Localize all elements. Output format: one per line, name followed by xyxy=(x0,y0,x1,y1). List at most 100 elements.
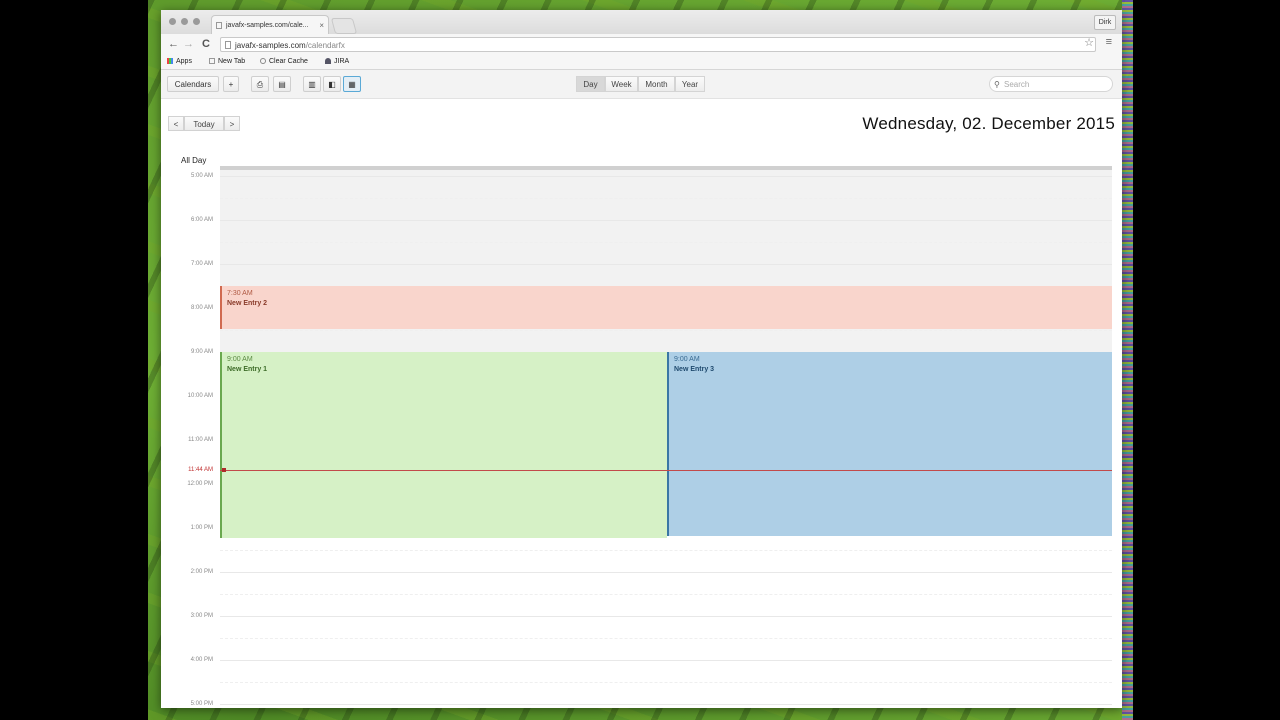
close-tab-icon[interactable]: × xyxy=(319,16,324,34)
video-noise-strip xyxy=(1122,0,1133,720)
all-day-label: All Day xyxy=(181,156,207,165)
tab-week[interactable]: Week xyxy=(605,76,638,92)
page-icon xyxy=(225,41,231,49)
search-icon: ⚲ xyxy=(994,80,1000,89)
show-layout-button[interactable]: ▦ xyxy=(343,76,361,92)
tab-title: javafx-samples.com/cale... xyxy=(226,22,309,29)
entry-title: New Entry 1 xyxy=(227,366,268,373)
hour-label: 10:00 AM xyxy=(187,393,213,399)
hour-label: 12:00 PM xyxy=(187,481,213,487)
browser-window: javafx-samples.com/cale... × Dirk ← → C … xyxy=(161,10,1122,708)
hour-label: 9:00 AM xyxy=(190,349,213,355)
hour-label: 2:00 PM xyxy=(190,569,213,575)
next-day-button[interactable]: > xyxy=(224,116,240,131)
entry-time: 9:00 AM xyxy=(674,356,700,363)
hour-label: 5:00 PM xyxy=(190,701,213,707)
bookmark-new-tab[interactable]: New Tab xyxy=(209,56,245,68)
half-hour-line xyxy=(220,198,1112,199)
calendars-button[interactable]: Calendars xyxy=(167,76,219,92)
address-bar[interactable]: javafx-samples.com/calendarfx xyxy=(220,37,1096,52)
search-placeholder: Search xyxy=(1004,80,1030,89)
hour-label: 3:00 PM xyxy=(190,613,213,619)
calendar-entry[interactable]: 9:00 AM New Entry 3 xyxy=(667,352,1112,536)
hour-line xyxy=(220,264,1112,265)
hour-label: 4:00 PM xyxy=(190,657,213,663)
hour-line xyxy=(220,220,1112,221)
page-button[interactable]: ▤ xyxy=(273,76,291,92)
browser-toolbar: ← → C javafx-samples.com/calendarfx ☆ ≡ xyxy=(161,34,1122,55)
entry-time: 7:30 AM xyxy=(227,290,253,297)
hour-line xyxy=(220,704,1112,705)
bookmark-label: Clear Cache xyxy=(269,58,308,65)
calendar-entry[interactable]: 7:30 AM New Entry 2 xyxy=(220,286,1112,329)
profile-button[interactable]: Dirk xyxy=(1094,15,1116,30)
hour-line xyxy=(220,572,1112,573)
url-path: /calendarfx xyxy=(305,41,345,50)
add-calendar-button[interactable]: + xyxy=(223,76,239,92)
current-time-label: 11:44 AM xyxy=(188,467,213,473)
bookmark-apps[interactable]: Apps xyxy=(167,56,192,68)
page-icon xyxy=(216,22,222,29)
current-date-title: Wednesday, 02. December 2015 xyxy=(862,114,1115,133)
today-button[interactable]: Today xyxy=(184,116,224,131)
hour-label: 8:00 AM xyxy=(190,305,213,311)
show-split-button[interactable]: ◧ xyxy=(323,76,341,92)
close-window-button[interactable] xyxy=(169,18,176,25)
list-view-icon: ▥ xyxy=(308,80,316,89)
zoom-window-button[interactable] xyxy=(193,18,200,25)
split-view-icon: ◧ xyxy=(328,80,336,89)
search-input[interactable]: ⚲ Search xyxy=(989,76,1113,92)
current-time-line xyxy=(220,470,1112,471)
calendar-toolbar: Calendars + ⎙ ▤ ▥ ◧ ▦ Day Week Month Yea… xyxy=(161,70,1122,99)
half-hour-line xyxy=(220,242,1112,243)
printer-icon: ⎙ xyxy=(256,80,264,89)
hour-line xyxy=(220,176,1112,177)
apps-grid-icon xyxy=(167,58,173,64)
bookmarks-bar: Apps New Tab Clear Cache JIRA xyxy=(161,55,1122,70)
browser-tab[interactable]: javafx-samples.com/cale... × xyxy=(211,15,329,34)
bookmark-star-icon[interactable]: ☆ xyxy=(1084,36,1094,49)
print-button[interactable]: ⎙ xyxy=(251,76,269,92)
minimize-window-button[interactable] xyxy=(181,18,188,25)
bookmark-label: JIRA xyxy=(334,58,350,65)
back-arrow-icon[interactable]: ← xyxy=(168,38,179,51)
half-hour-line xyxy=(220,550,1112,551)
jira-icon xyxy=(325,58,331,64)
title-bar: javafx-samples.com/cale... × Dirk xyxy=(161,10,1122,34)
bookmark-label: Apps xyxy=(176,58,192,65)
letterbox-left xyxy=(0,0,148,720)
hour-label: 6:00 AM xyxy=(190,217,213,223)
bookmark-label: New Tab xyxy=(218,58,246,65)
hour-line xyxy=(220,660,1112,661)
half-hour-line xyxy=(220,638,1112,639)
half-hour-line xyxy=(220,594,1112,595)
current-time-marker xyxy=(222,468,226,472)
url-domain: javafx-samples.com xyxy=(235,41,306,50)
hour-line xyxy=(220,616,1112,617)
hour-label: 1:00 PM xyxy=(190,525,213,531)
calendar-app: Calendars + ⎙ ▤ ▥ ◧ ▦ Day Week Month Yea… xyxy=(161,70,1122,708)
show-list-button[interactable]: ▥ xyxy=(303,76,321,92)
hour-label: 11:00 AM xyxy=(188,437,213,443)
half-hour-line xyxy=(220,330,1112,331)
gear-icon xyxy=(260,58,266,64)
hour-label: 5:00 AM xyxy=(190,173,213,179)
entry-time: 9:00 AM xyxy=(227,356,253,363)
browser-menu-icon[interactable]: ≡ xyxy=(1106,36,1112,48)
letterbox-right xyxy=(1133,0,1280,720)
bookmark-jira[interactable]: JIRA xyxy=(325,56,349,68)
hour-label: 7:00 AM xyxy=(190,261,213,267)
page-icon xyxy=(209,58,215,64)
bookmark-clear-cache[interactable]: Clear Cache xyxy=(260,56,308,68)
calendar-entry[interactable]: 9:00 AM New Entry 1 xyxy=(220,352,667,538)
forward-arrow-icon[interactable]: → xyxy=(183,38,194,51)
previous-day-button[interactable]: < xyxy=(168,116,184,131)
tab-month[interactable]: Month xyxy=(638,76,675,92)
half-hour-line xyxy=(220,682,1112,683)
list-icon: ▤ xyxy=(278,80,286,89)
entry-title: New Entry 2 xyxy=(227,300,268,307)
tab-year[interactable]: Year xyxy=(675,76,705,92)
tab-day[interactable]: Day xyxy=(576,76,605,92)
new-tab-button[interactable] xyxy=(330,18,358,34)
reload-icon[interactable]: C xyxy=(202,38,210,51)
